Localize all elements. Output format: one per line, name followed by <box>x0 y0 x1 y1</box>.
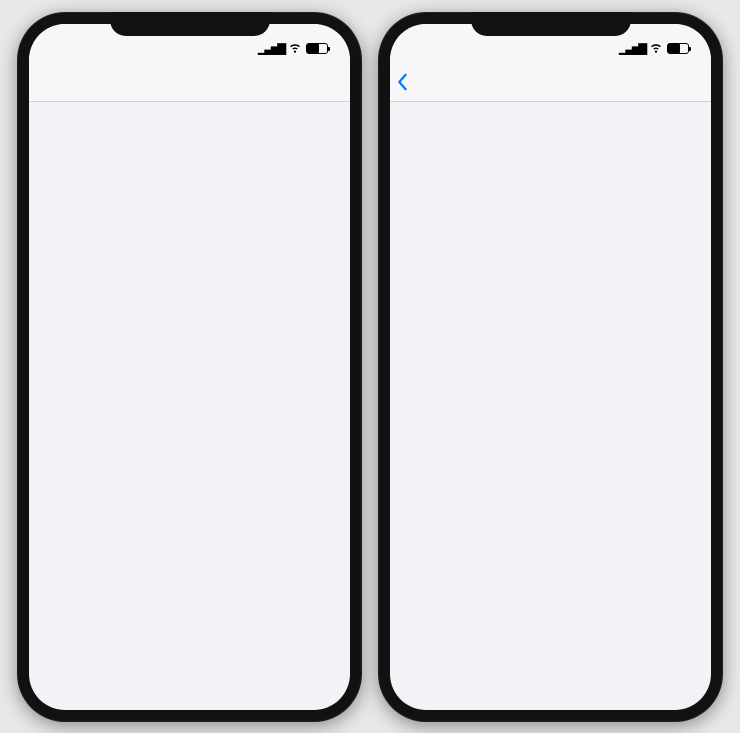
notch <box>471 12 631 36</box>
phone-right: ▁▃▅▇ <box>378 12 723 722</box>
wifi-icon <box>288 40 302 57</box>
nav-bar-cc <box>390 64 711 102</box>
status-right: ▁▃▅▇ <box>258 40 328 57</box>
signal-icon: ▁▃▅▇ <box>619 42 645 55</box>
phone-left: ▁▃▅▇ <box>17 12 362 722</box>
screen-right: ▁▃▅▇ <box>390 24 711 710</box>
battery-icon <box>667 43 689 54</box>
notch <box>110 12 270 36</box>
screen-left: ▁▃▅▇ <box>29 24 350 710</box>
battery-icon <box>306 43 328 54</box>
back-button[interactable] <box>396 64 410 101</box>
signal-icon: ▁▃▅▇ <box>258 42 284 55</box>
wifi-icon <box>649 40 663 57</box>
nav-bar-settings <box>29 64 350 102</box>
control-center-content[interactable] <box>390 102 711 710</box>
settings-content[interactable] <box>29 102 350 710</box>
status-right: ▁▃▅▇ <box>619 40 689 57</box>
